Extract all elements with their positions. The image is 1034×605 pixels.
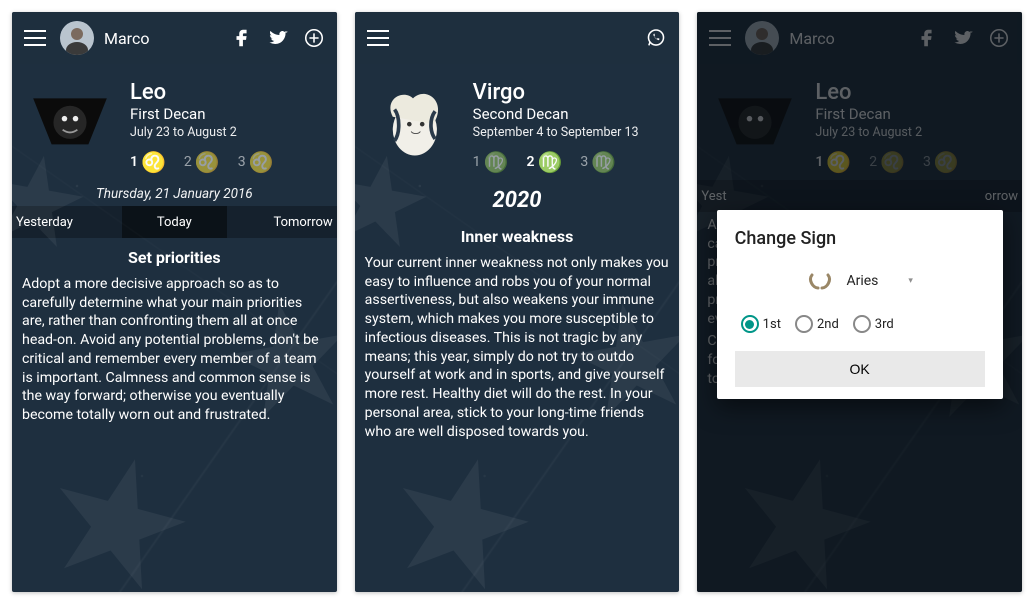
day-tabs: Yesterday Today Tomorrow [12, 206, 337, 238]
dialog-scrim[interactable]: Change Sign Aries ▾ 1st 2nd 3rd OK [697, 12, 1022, 592]
decan-2[interactable]: 2♌ [184, 150, 220, 174]
aries-icon [806, 271, 834, 291]
tab-tomorrow[interactable]: Tomorrow [227, 206, 337, 238]
twitter-icon[interactable] [267, 27, 289, 49]
radio-1st[interactable]: 1st [741, 315, 781, 333]
topbar [355, 12, 680, 64]
decan-2[interactable]: 2♍ [526, 150, 562, 174]
sign-decan: Second Decan [473, 105, 668, 123]
sign-range: July 23 to August 2 [130, 125, 325, 140]
sign-dropdown[interactable]: Aries ▾ [735, 271, 985, 291]
facebook-icon[interactable] [231, 27, 253, 49]
topbar: Marco [12, 12, 337, 64]
virgo-icon [367, 80, 459, 172]
decan-3[interactable]: 3♌ [238, 150, 274, 174]
add-icon[interactable] [303, 27, 325, 49]
whatsapp-icon[interactable] [645, 27, 667, 49]
year: 2020 [355, 188, 680, 213]
decan-3[interactable]: 3♍ [580, 150, 616, 174]
radio-3rd[interactable]: 3rd [853, 315, 894, 333]
date: Thursday, 21 January 2016 [12, 186, 337, 202]
tab-today[interactable]: Today [122, 206, 228, 238]
ok-button[interactable]: OK [735, 351, 985, 387]
username: Marco [104, 29, 149, 48]
sign-name: Virgo [473, 80, 668, 105]
selected-sign: Aries [846, 273, 878, 289]
horoscope-text: Your current inner weakness not only mak… [365, 254, 670, 441]
decan-selector: 1♍ 2♍ 3♍ [473, 150, 668, 174]
avatar[interactable] [60, 21, 94, 55]
screen-change-sign-dialog: ★★★ Marco Leo First Decan July 23 to Aug… [697, 12, 1022, 592]
decan-selector: 1♌ 2♌ 3♌ [130, 150, 325, 174]
horoscope-title: Inner weakness [365, 227, 670, 246]
horoscope-text: Adopt a more decisive approach so as to … [22, 275, 327, 425]
screen-leo-daily: ★★★ Marco Leo First Decan July 23 to Aug… [12, 12, 337, 592]
sign-decan: First Decan [130, 105, 325, 123]
radio-2nd[interactable]: 2nd [795, 315, 839, 333]
dialog-title: Change Sign [735, 228, 985, 249]
menu-icon[interactable] [367, 30, 389, 46]
sign-range: September 4 to September 13 [473, 125, 668, 140]
menu-icon[interactable] [24, 30, 46, 46]
sign-header: Virgo Second Decan September 4 to Septem… [355, 64, 680, 180]
decan-1[interactable]: 1♍ [473, 150, 509, 174]
decan-1[interactable]: 1♌ [130, 150, 166, 174]
decan-radio-group: 1st 2nd 3rd [735, 315, 985, 333]
change-sign-dialog: Change Sign Aries ▾ 1st 2nd 3rd OK [717, 210, 1003, 399]
leo-icon [24, 80, 116, 172]
tab-yesterday[interactable]: Yesterday [12, 206, 122, 238]
caret-icon: ▾ [908, 276, 913, 286]
horoscope-title: Set priorities [22, 248, 327, 267]
sign-header: Leo First Decan July 23 to August 2 1♌ 2… [12, 64, 337, 180]
sign-name: Leo [130, 80, 325, 105]
screen-virgo-yearly: ★★★ Virgo Second Decan September 4 to Se… [355, 12, 680, 592]
